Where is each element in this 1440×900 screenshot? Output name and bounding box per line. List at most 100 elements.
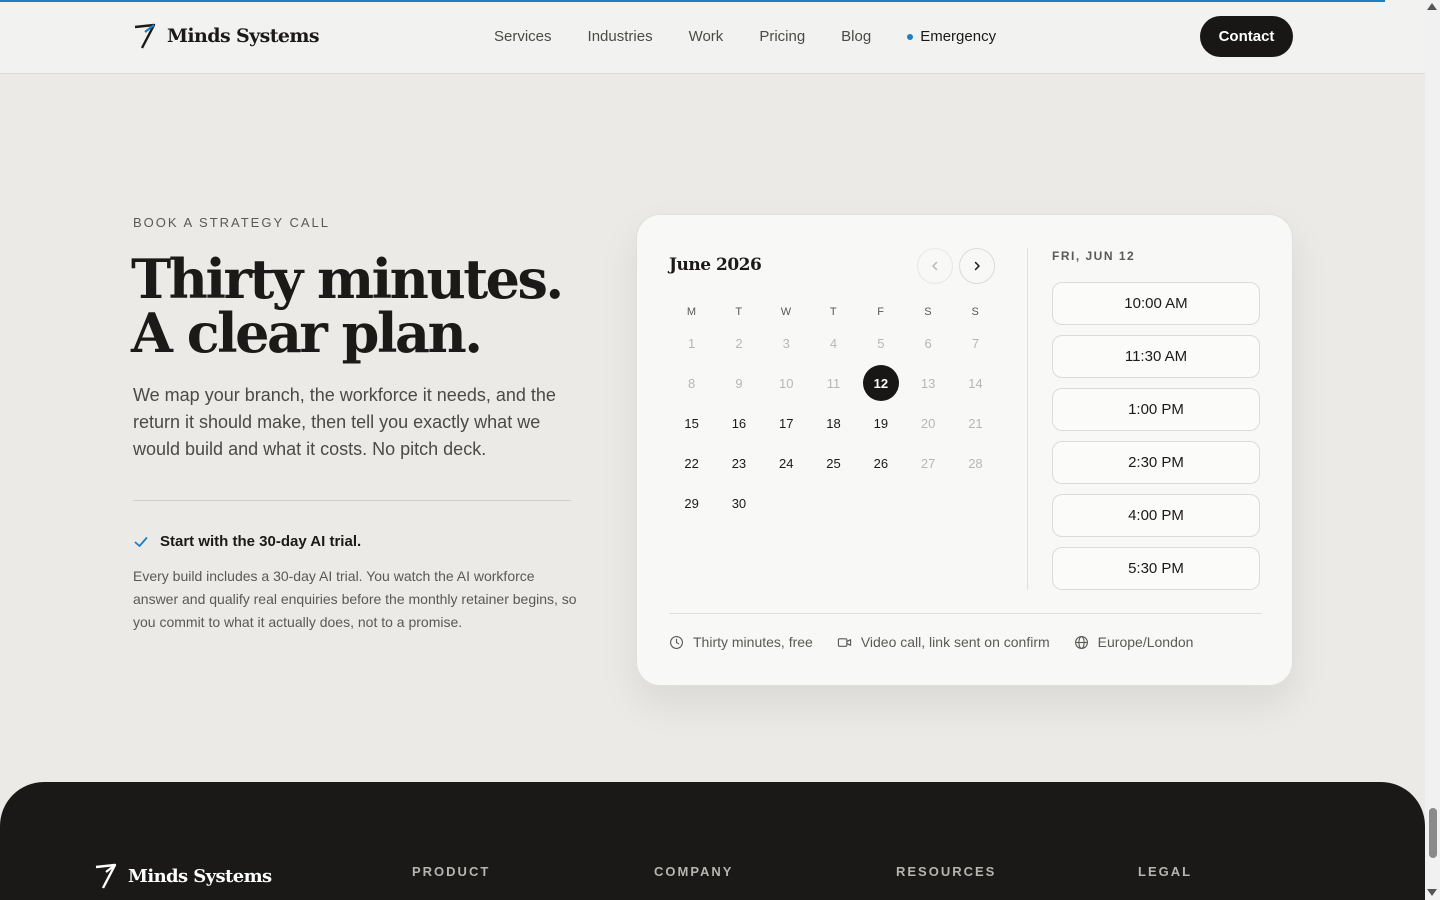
trial-body: Every build includes a 30-day AI trial. … xyxy=(133,568,577,630)
nav-blog[interactable]: Blog xyxy=(841,27,871,47)
day-number: 7 xyxy=(971,335,980,351)
page-progress-bar xyxy=(0,0,1385,2)
calendar-day-unavailable: 9 xyxy=(715,376,762,391)
time-slot-button[interactable]: 4:00 PM xyxy=(1052,494,1260,537)
hero-lede: We map your branch, the workforce it nee… xyxy=(133,385,556,459)
calendar-month: June 2026 xyxy=(669,255,762,275)
video-camera-icon xyxy=(837,637,851,647)
calendar-day[interactable]: 24 xyxy=(763,456,810,471)
weekday-label: S xyxy=(924,306,933,318)
selected-date-label: FRI, JUN 12 xyxy=(1052,249,1136,263)
calendar-week: 15 16 17 18 19 20 21 xyxy=(668,403,1000,443)
time-slot-button[interactable]: 1:00 PM xyxy=(1052,388,1260,431)
calendar-day-unavailable: 10 xyxy=(763,376,810,391)
meta-format-text: Video call, link sent on confirm xyxy=(860,634,1050,650)
calendar-day-unavailable: 4 xyxy=(810,336,857,351)
calendar-day[interactable]: 30 xyxy=(715,496,762,511)
globe-icon xyxy=(1074,635,1088,649)
time-slot-button[interactable]: 11:30 AM xyxy=(1052,335,1260,378)
day-number: 2 xyxy=(735,335,743,351)
nav-work[interactable]: Work xyxy=(689,27,724,47)
day-number: 18 xyxy=(826,415,841,431)
day-number: 19 xyxy=(873,415,889,431)
day-number: 20 xyxy=(920,415,936,431)
calendar-week: 22 23 24 25 26 27 28 xyxy=(668,443,1000,483)
calendar-day[interactable]: 25 xyxy=(810,456,857,471)
calendar-day-unavailable: 20 xyxy=(904,416,951,431)
calendar-day[interactable]: 19 xyxy=(857,416,904,431)
check-icon xyxy=(134,536,148,547)
day-number: 26 xyxy=(873,455,889,471)
day-number: 22 xyxy=(684,455,699,471)
calendar-day-selected[interactable]: 12 xyxy=(857,365,904,401)
scrollbar-thumb[interactable] xyxy=(1429,808,1437,858)
nav-industries[interactable]: Industries xyxy=(588,27,653,47)
time-slot-button[interactable]: 5:30 PM xyxy=(1052,547,1260,590)
calendar-day-unavailable: 14 xyxy=(952,376,999,391)
day-number: 10 xyxy=(779,375,794,391)
calendar-day-unavailable: 21 xyxy=(952,416,999,431)
calendar-day[interactable]: 18 xyxy=(810,416,857,431)
day-number: 17 xyxy=(779,415,794,431)
day-number: 29 xyxy=(684,495,699,511)
calendar-day[interactable]: 26 xyxy=(857,456,904,471)
calendar-day[interactable]: 22 xyxy=(668,456,715,471)
day-number: 8 xyxy=(688,375,696,391)
brand-name: Minds Systems xyxy=(167,25,320,47)
day-number: 28 xyxy=(968,455,983,471)
nav-services[interactable]: Services xyxy=(494,27,552,47)
calendar-week: 29 30 xyxy=(668,483,1000,523)
day-number: 24 xyxy=(779,455,794,471)
footer-heading-resources: RESOURCES xyxy=(896,864,997,879)
time-slot-button[interactable]: 2:30 PM xyxy=(1052,441,1260,484)
calendar-day-unavailable: 13 xyxy=(904,376,951,391)
footer-brand-name: Minds Systems xyxy=(128,865,272,887)
day-number: 13 xyxy=(920,375,936,391)
previous-month-button[interactable] xyxy=(917,248,953,284)
calendar-grid: M T W T F S S 1 2 3 4 5 6 7 8 9 10 11 12… xyxy=(668,301,1000,523)
nav-emergency[interactable]: Emergency xyxy=(907,27,996,47)
day-number: 11 xyxy=(826,375,841,391)
calendar-day-unavailable: 11 xyxy=(810,376,857,391)
footer-heading-product: PRODUCT xyxy=(412,864,491,879)
calendar-day[interactable]: 17 xyxy=(763,416,810,431)
day-number: 4 xyxy=(829,335,838,351)
chevron-left-icon xyxy=(932,261,938,271)
booking-meta: Thirty minutes, free Video call, link se… xyxy=(669,634,1193,650)
weekday-label: W xyxy=(780,306,792,318)
next-month-button[interactable] xyxy=(959,248,995,284)
clock-icon xyxy=(670,635,683,649)
calendar-day[interactable]: 23 xyxy=(715,456,762,471)
scroll-up-arrow-icon[interactable] xyxy=(1427,3,1437,10)
time-slot-list: 10:00 AM 11:30 AM 1:00 PM 2:30 PM 4:00 P… xyxy=(1052,282,1260,600)
site-footer: Minds Systems PRODUCT COMPANY RESOURCES … xyxy=(0,782,1425,900)
time-slot-button[interactable]: 10:00 AM xyxy=(1052,282,1260,325)
chevron-right-icon xyxy=(974,261,980,271)
weekday-label: M xyxy=(686,306,697,318)
day-number: 14 xyxy=(968,375,983,391)
footer-heading-company: COMPANY xyxy=(654,864,734,879)
day-number: 30 xyxy=(731,495,747,511)
day-number: 3 xyxy=(782,335,790,351)
brand-logo[interactable]: Minds Systems xyxy=(133,22,320,50)
calendar-week: 1 2 3 4 5 6 7 xyxy=(668,323,1000,363)
nav-pricing[interactable]: Pricing xyxy=(759,27,805,47)
scroll-down-arrow-icon[interactable] xyxy=(1427,889,1437,896)
contact-button[interactable]: Contact xyxy=(1200,16,1293,57)
calendar-day[interactable]: 16 xyxy=(715,416,762,431)
calendar-day[interactable]: 15 xyxy=(668,416,715,431)
calendar-day-unavailable: 7 xyxy=(952,336,999,351)
calendar-day[interactable]: 29 xyxy=(668,496,715,511)
weekday-label: S xyxy=(971,306,980,318)
weekday-label: F xyxy=(877,306,885,318)
meta-duration: Thirty minutes, free xyxy=(669,634,813,650)
footer-brand-logo[interactable]: Minds Systems xyxy=(94,862,272,890)
meta-timezone-text: Europe/London xyxy=(1097,634,1194,650)
hero-divider xyxy=(133,500,571,501)
hero-eyebrow: BOOK A STRATEGY CALL xyxy=(133,215,331,230)
calendar-day-unavailable: 27 xyxy=(904,456,951,471)
scrollbar-track[interactable] xyxy=(1425,0,1440,900)
logo-mark-icon xyxy=(134,23,156,49)
calendar-day-unavailable: 1 xyxy=(668,336,715,351)
trial-title: Start with the 30-day AI trial. xyxy=(160,533,362,550)
